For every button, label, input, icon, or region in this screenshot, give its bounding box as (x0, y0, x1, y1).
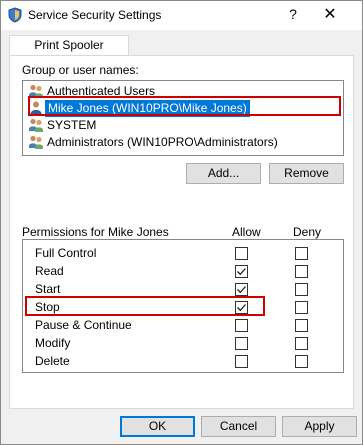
allow-checkbox-full-control[interactable] (235, 247, 248, 260)
permissions-label: Permissions for Mike Jones (22, 225, 169, 239)
group-icon (29, 118, 43, 132)
allow-column-header: Allow (232, 225, 261, 239)
deny-column-header: Deny (293, 225, 322, 239)
group-icon (29, 135, 43, 149)
allow-checkbox-modify[interactable] (235, 337, 248, 350)
list-item[interactable]: Administrators (WIN10PRO\Administrators) (24, 134, 342, 151)
permission-label: Read (35, 264, 64, 278)
permission-label: Delete (35, 354, 70, 368)
dialog-window: Service Security Settings ? ✕ Print Spoo… (0, 0, 363, 445)
add-button[interactable]: Add... (186, 163, 261, 184)
users-list[interactable]: Authenticated Users Mike Jones (WIN10PRO… (22, 80, 344, 156)
deny-checkbox-modify[interactable] (295, 337, 308, 350)
tab-print-spooler[interactable]: Print Spooler (Spooler) (9, 35, 129, 71)
permission-label: Pause & Continue (35, 318, 132, 332)
allow-checkbox-delete[interactable] (235, 355, 248, 368)
user-name: SYSTEM (47, 118, 97, 132)
title-bar: Service Security Settings ? ✕ (1, 1, 362, 30)
allow-checkbox-pause-continue[interactable] (235, 319, 248, 332)
checkmark-icon (237, 268, 246, 276)
apply-button[interactable]: Apply (282, 416, 357, 437)
ok-button[interactable]: OK (120, 416, 195, 437)
deny-checkbox-start[interactable] (295, 283, 308, 296)
deny-checkbox-pause-continue[interactable] (295, 319, 308, 332)
checkmark-icon (237, 286, 246, 294)
deny-checkbox-delete[interactable] (295, 355, 308, 368)
permission-label: Modify (35, 336, 71, 350)
highlight-selected-user (28, 96, 341, 116)
allow-checkbox-read[interactable] (235, 265, 248, 278)
remove-button[interactable]: Remove (269, 163, 344, 184)
user-name: Administrators (WIN10PRO\Administrators) (47, 135, 278, 149)
window-title: Service Security Settings (28, 8, 162, 22)
deny-checkbox-full-control[interactable] (295, 247, 308, 260)
users-list-label: Group or user names: (22, 63, 139, 77)
shield-key-icon (8, 7, 22, 23)
allow-checkbox-start[interactable] (235, 283, 248, 296)
highlight-stop-permission (25, 296, 265, 316)
permission-label: Full Control (35, 246, 97, 260)
deny-checkbox-stop[interactable] (295, 301, 308, 314)
close-button[interactable]: ✕ (320, 4, 340, 24)
deny-checkbox-read[interactable] (295, 265, 308, 278)
cancel-button[interactable]: Cancel (201, 416, 276, 437)
help-button[interactable]: ? (284, 6, 302, 22)
list-item[interactable]: SYSTEM (24, 117, 342, 134)
